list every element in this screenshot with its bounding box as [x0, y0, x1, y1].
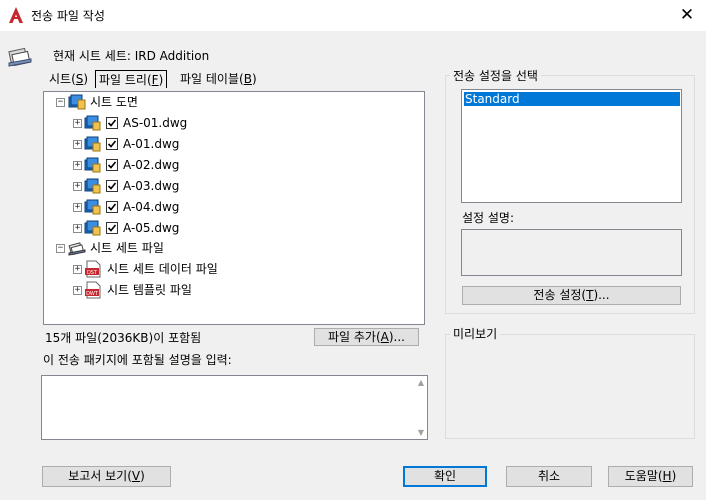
include-checkbox[interactable] [106, 180, 118, 192]
sheetset-icon [7, 46, 33, 68]
autocad-logo-icon [8, 6, 24, 24]
expand-toggle[interactable]: + [73, 224, 82, 233]
file-count-label: 15개 파일(2036KB)이 포함됨 [45, 331, 202, 345]
dwg-sheet-icon [84, 115, 102, 131]
tree-node-sheetset-data-file[interactable]: 시트 세트 데이터 파일 [107, 259, 218, 279]
scroll-up-arrow-icon[interactable]: ▲ [418, 378, 424, 387]
view-report-button[interactable]: 보고서 보기(V) [42, 466, 171, 487]
dwg-sheet-icon [84, 199, 102, 215]
tree-node-dwg-file[interactable]: A-03.dwg [123, 176, 179, 196]
include-checkbox[interactable] [106, 201, 118, 213]
close-button[interactable]: ✕ [668, 0, 706, 31]
tree-node-dwg-file[interactable]: A-02.dwg [123, 155, 179, 175]
dwg-sheet-icon [84, 178, 102, 194]
help-button[interactable]: 도움말(H) [608, 466, 693, 487]
dwg-sheet-icon [84, 136, 102, 152]
file-tree[interactable]: − 시트 도면 + AS-01.dwg + A-01.dwg + A-02.dwg + A-0… [43, 91, 425, 325]
tree-node-sheetset-files[interactable]: 시트 세트 파일 [90, 238, 164, 258]
title-bar: 전송 파일 작성 ✕ [0, 0, 706, 31]
svg-text:DWT: DWT [86, 291, 99, 297]
expand-toggle[interactable]: + [73, 203, 82, 212]
transmittal-setup-title: 전송 설정을 선택 [450, 67, 541, 84]
dst-file-icon: DST [84, 260, 102, 278]
list-item-standard[interactable]: Standard [464, 92, 680, 106]
preview-group [445, 334, 695, 439]
expand-toggle[interactable]: + [73, 140, 82, 149]
include-checkbox[interactable] [106, 159, 118, 171]
ok-button[interactable]: 확인 [403, 466, 487, 487]
dwg-sheet-icon [84, 157, 102, 173]
collapse-toggle[interactable]: − [56, 244, 65, 253]
tree-node-sheet-drawings[interactable]: 시트 도면 [90, 92, 138, 112]
scroll-down-arrow-icon[interactable]: ▼ [418, 428, 424, 437]
svg-text:DST: DST [87, 270, 98, 276]
dwt-file-icon: DWT [84, 281, 102, 299]
setting-description-label: 설정 설명: [462, 211, 515, 225]
expand-toggle[interactable]: + [73, 119, 82, 128]
description-label: 이 전송 패키지에 포함될 설명을 입력: [43, 353, 232, 367]
include-checkbox[interactable] [106, 138, 118, 150]
transmittal-setup-list[interactable]: Standard [461, 89, 682, 203]
include-checkbox[interactable] [106, 222, 118, 234]
tree-node-dwg-file[interactable]: A-04.dwg [123, 197, 179, 217]
tab-sheets[interactable]: 시트(S) [49, 70, 88, 88]
dwg-sheet-icon [84, 220, 102, 236]
expand-toggle[interactable]: + [73, 265, 82, 274]
cancel-button[interactable]: 취소 [506, 466, 592, 487]
sheet-drawings-icon [68, 94, 86, 110]
collapse-toggle[interactable]: − [56, 98, 65, 107]
sheetset-files-icon [68, 240, 86, 256]
tree-node-dwg-file[interactable]: A-05.dwg [123, 218, 179, 238]
expand-toggle[interactable]: + [73, 182, 82, 191]
transmittal-setup-button[interactable]: 전송 설정(T)... [462, 286, 681, 305]
setting-description-box [461, 229, 682, 276]
expand-toggle[interactable]: + [73, 286, 82, 295]
preview-title: 미리보기 [450, 325, 501, 342]
tree-node-dwg-file[interactable]: A-01.dwg [123, 134, 179, 154]
tree-node-sheet-template-file[interactable]: 시트 템플릿 파일 [107, 280, 192, 300]
tab-file-table[interactable]: 파일 테이블(B) [180, 70, 257, 88]
tree-node-dwg-file[interactable]: AS-01.dwg [123, 113, 187, 133]
include-checkbox[interactable] [106, 117, 118, 129]
window-title: 전송 파일 작성 [31, 9, 105, 23]
description-input[interactable]: ▲ ▼ [41, 375, 428, 440]
current-sheetset-label: 현재 시트 세트: IRD Addition [53, 49, 210, 63]
add-file-button[interactable]: 파일 추가(A)... [314, 328, 419, 346]
expand-toggle[interactable]: + [73, 161, 82, 170]
tab-file-tree[interactable]: 파일 트리(F) [95, 70, 168, 88]
